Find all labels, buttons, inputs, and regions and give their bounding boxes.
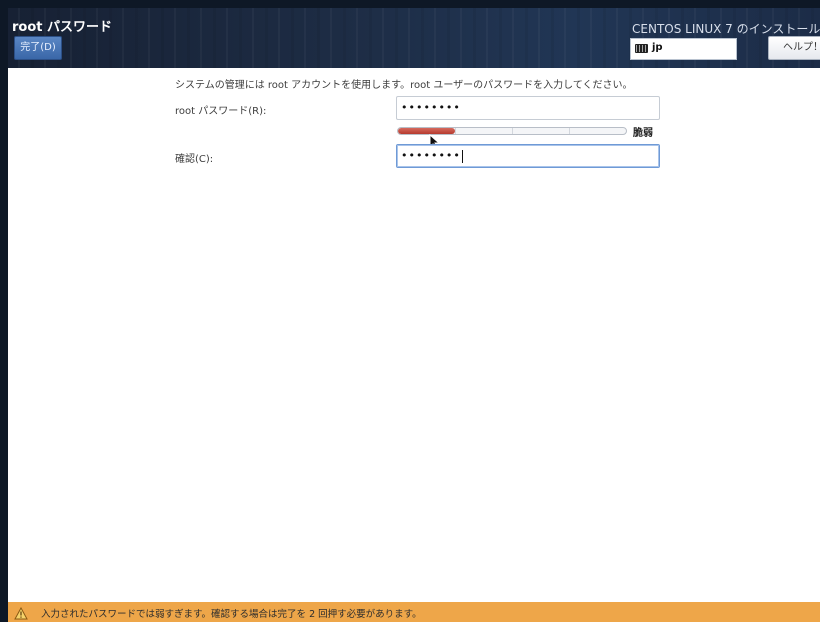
help-button[interactable]: ヘルプ！ <box>768 36 820 60</box>
done-button[interactable]: 完了(D) <box>14 36 62 60</box>
top-band <box>8 0 820 8</box>
warning-icon <box>14 605 28 620</box>
keyboard-layout-indicator[interactable]: jp <box>630 38 737 60</box>
strength-segment-divider <box>455 128 456 134</box>
text-caret <box>461 149 463 163</box>
confirm-label: 確認(C): <box>175 154 214 165</box>
install-title: CENTOS LINUX 7 のインストール <box>632 22 820 36</box>
left-edge-strip <box>0 0 8 622</box>
keyboard-icon <box>635 44 648 53</box>
root-password-screen: root パスワード 完了(D) CENTOS LINUX 7 のインストール … <box>0 0 820 622</box>
instruction-text: システムの管理には root アカウントを使用します。root ユーザーのパスワ… <box>175 80 633 91</box>
confirm-value: •••••••• <box>401 149 461 162</box>
password-field[interactable]: •••••••• <box>396 96 660 120</box>
page-title: root パスワード <box>12 20 113 35</box>
strength-segment-divider <box>512 128 513 134</box>
keyboard-layout-label: jp <box>652 42 663 53</box>
password-label: root パスワード(R): <box>175 106 267 117</box>
password-strength-fill <box>398 128 455 134</box>
password-strength-label: 脆弱 <box>633 128 653 139</box>
warning-text: 入力されたパスワードでは弱すぎます。確認する場合は完了を 2 回押す必要がありま… <box>41 609 422 620</box>
warning-bar[interactable]: 入力されたパスワードでは弱すぎます。確認する場合は完了を 2 回押す必要がありま… <box>8 602 820 622</box>
confirm-password-field[interactable]: •••••••• <box>396 144 660 168</box>
password-value: •••••••• <box>401 101 461 114</box>
strength-segment-divider <box>569 128 570 134</box>
header-bar: root パスワード 完了(D) CENTOS LINUX 7 のインストール … <box>8 8 820 68</box>
